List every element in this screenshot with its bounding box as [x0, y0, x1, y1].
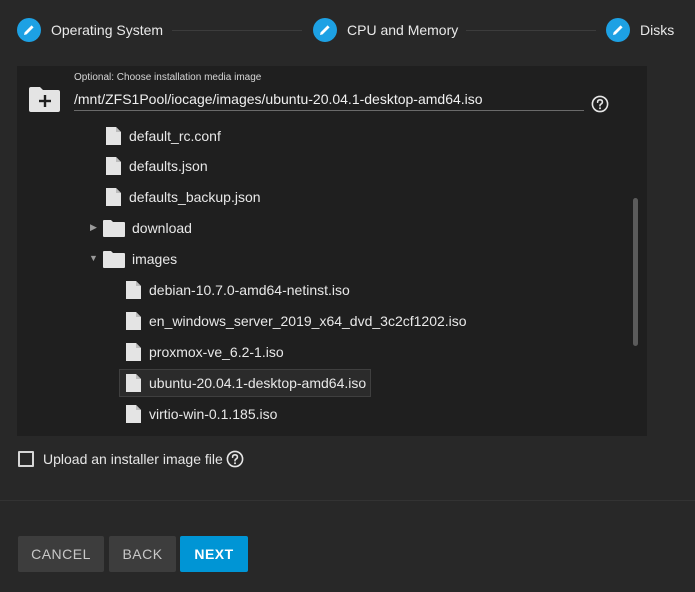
scrollbar-thumb[interactable]: [633, 198, 638, 346]
wizard-stepper: Operating System CPU and Memory Disks: [0, 0, 695, 60]
tree-item-label: download: [132, 220, 192, 236]
tree-item-file[interactable]: proxmox-ve_6.2-1.iso: [125, 339, 284, 365]
tree-scrollbar[interactable]: [631, 130, 639, 430]
section-divider: [0, 500, 695, 501]
file-icon: [126, 343, 141, 361]
media-path-input[interactable]: [74, 88, 584, 111]
step-label: Operating System: [51, 22, 164, 38]
path-caption: Optional: Choose installation media imag…: [74, 72, 262, 83]
tree-item-file[interactable]: debian-10.7.0-amd64-netinst.iso: [125, 277, 350, 303]
tree-item-label: default_rc.conf: [129, 128, 221, 144]
back-button[interactable]: BACK: [109, 536, 176, 572]
pencil-icon: [313, 18, 337, 42]
tree-item-label: proxmox-ve_6.2-1.iso: [149, 344, 284, 360]
step-connector: [172, 30, 302, 31]
folder-icon: [103, 251, 125, 268]
next-button[interactable]: NEXT: [180, 536, 248, 572]
tree-item-label: virtio-win-0.1.185.iso: [149, 406, 278, 422]
tree-item-file[interactable]: default_rc.conf: [105, 126, 221, 149]
expand-arrow-icon[interactable]: ▶: [90, 222, 97, 233]
help-icon[interactable]: [591, 95, 609, 113]
file-icon: [126, 312, 141, 330]
step-operating-system[interactable]: Operating System: [17, 17, 163, 43]
step-label: Disks: [640, 22, 675, 38]
file-icon: [126, 374, 141, 392]
tree-item-file[interactable]: en_windows_server_2019_x64_dvd_3c2cf1202…: [125, 308, 467, 334]
file-icon: [126, 281, 141, 299]
step-disks[interactable]: Disks: [606, 17, 674, 43]
tree-item-label: ubuntu-20.04.1-desktop-amd64.iso: [149, 375, 367, 391]
tree-item-file[interactable]: defaults.json: [105, 153, 208, 179]
step-label: CPU and Memory: [347, 22, 459, 38]
collapse-arrow-icon[interactable]: ▼: [89, 253, 98, 263]
file-icon: [106, 157, 121, 175]
cancel-button[interactable]: CANCEL: [18, 536, 104, 572]
tree-item-folder[interactable]: images: [103, 246, 177, 272]
pencil-icon: [606, 18, 630, 42]
help-icon[interactable]: [226, 450, 244, 468]
tree-item-label: debian-10.7.0-amd64-netinst.iso: [149, 282, 350, 298]
pencil-icon: [17, 18, 41, 42]
tree-item-file[interactable]: virtio-win-0.1.185.iso: [125, 401, 277, 427]
file-icon: [106, 188, 121, 206]
file-icon: [126, 405, 141, 423]
tree-item-label: defaults.json: [129, 158, 208, 174]
create-folder-icon[interactable]: [29, 86, 60, 112]
tree-item-label: images: [132, 251, 178, 267]
upload-label[interactable]: Upload an installer image file: [43, 451, 223, 467]
step-connector: [466, 30, 596, 31]
upload-checkbox[interactable]: [18, 451, 34, 467]
folder-icon: [103, 220, 125, 237]
tree-item-file[interactable]: defaults_backup.json: [105, 184, 261, 210]
media-explorer-panel: Optional: Choose installation media imag…: [17, 66, 647, 436]
upload-option: Upload an installer image file: [18, 450, 223, 468]
file-icon: [106, 127, 121, 145]
tree-item-label: en_windows_server_2019_x64_dvd_3c2cf1202…: [149, 313, 467, 329]
file-tree: default_rc.conf defaults.json defaults_b…: [17, 126, 631, 431]
tree-item-file-selected[interactable]: ubuntu-20.04.1-desktop-amd64.iso: [119, 369, 372, 397]
tree-item-folder[interactable]: download: [103, 215, 192, 241]
step-cpu-and-memory[interactable]: CPU and Memory: [313, 17, 458, 43]
tree-item-label: defaults_backup.json: [129, 189, 261, 205]
